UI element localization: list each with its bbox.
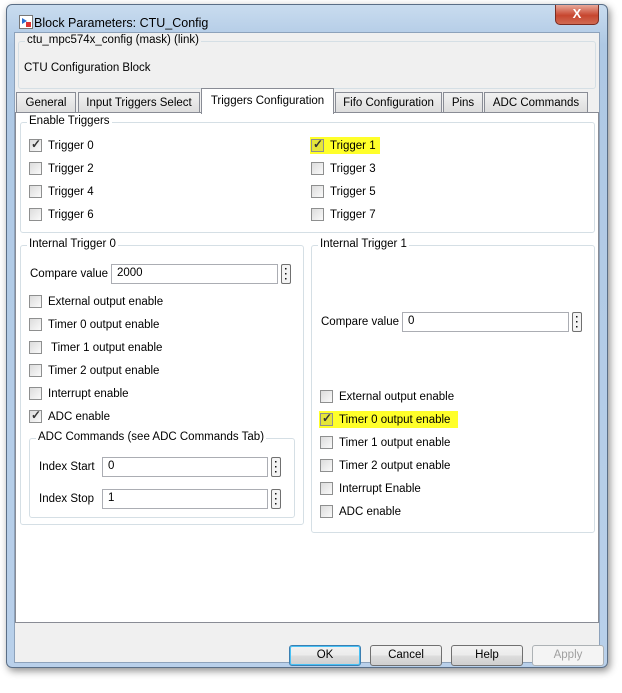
t0-timer1-output-checkbox[interactable]: Timer 1 output enable bbox=[29, 341, 162, 354]
more-options-icon[interactable]: · · · bbox=[271, 457, 281, 478]
simulink-block-icon bbox=[19, 15, 33, 29]
trigger-0-checkbox[interactable]: Trigger 0 bbox=[29, 137, 94, 152]
checkbox-icon bbox=[311, 208, 324, 221]
label: Timer 1 output enable bbox=[339, 436, 451, 449]
label: Timer 2 output enable bbox=[48, 364, 160, 377]
trigger-7-checkbox[interactable]: Trigger 7 bbox=[311, 208, 376, 221]
dialog-window: Block Parameters: CTU_Config X ctu_mpc57… bbox=[6, 4, 608, 668]
enable-triggers-title: Enable Triggers bbox=[27, 115, 112, 127]
checkbox-icon bbox=[320, 459, 333, 472]
enable-triggers-group: Enable Triggers Trigger 0 Trigger 1 Trig… bbox=[20, 115, 595, 233]
trigger-4-checkbox[interactable]: Trigger 4 bbox=[29, 185, 94, 198]
compare-value-label: Compare value bbox=[30, 268, 108, 280]
ok-button[interactable]: OK bbox=[289, 645, 361, 666]
checkbox-icon bbox=[311, 162, 324, 175]
t0-adc-enable-checkbox[interactable]: ADC enable bbox=[29, 408, 111, 423]
mask-header: ctu_mpc574x_config (mask) (link) bbox=[25, 34, 201, 46]
label: Interrupt Enable bbox=[339, 482, 421, 495]
apply-button[interactable]: Apply bbox=[532, 645, 604, 666]
tab-general[interactable]: General bbox=[16, 92, 76, 113]
checkbox-icon bbox=[320, 411, 333, 426]
checkbox-icon bbox=[29, 137, 42, 152]
label: Trigger 7 bbox=[330, 208, 376, 221]
tab-triggers-configuration[interactable]: Triggers Configuration bbox=[201, 88, 334, 114]
label: Timer 2 output enable bbox=[339, 459, 451, 472]
checkbox-icon bbox=[29, 208, 42, 221]
internal-trigger-1-group: Internal Trigger 1 Compare value 0 · · · E… bbox=[311, 238, 595, 533]
compare-value-input-1[interactable]: 0 bbox=[402, 312, 569, 332]
t0-timer0-output-checkbox[interactable]: Timer 0 output enable bbox=[29, 318, 159, 331]
trigger-1-checkbox[interactable]: Trigger 1 bbox=[310, 137, 380, 154]
trigger-2-checkbox[interactable]: Trigger 2 bbox=[29, 162, 94, 175]
checkbox-icon bbox=[311, 185, 324, 198]
trigger-6-checkbox[interactable]: Trigger 6 bbox=[29, 208, 94, 221]
cancel-button[interactable]: Cancel bbox=[370, 645, 442, 666]
label: Trigger 2 bbox=[48, 162, 94, 175]
adc-commands-group: ADC Commands (see ADC Commands Tab) Inde… bbox=[29, 431, 295, 518]
trigger-5-checkbox[interactable]: Trigger 5 bbox=[311, 185, 376, 198]
label: Trigger 4 bbox=[48, 185, 94, 198]
dialog-client: ctu_mpc574x_config (mask) (link) CTU Con… bbox=[14, 32, 604, 666]
internal-trigger-0-title: Internal Trigger 0 bbox=[27, 238, 118, 250]
label: Trigger 3 bbox=[330, 162, 376, 175]
label: Timer 1 output enable bbox=[48, 341, 163, 354]
adc-commands-title: ADC Commands (see ADC Commands Tab) bbox=[36, 431, 267, 443]
checkbox-icon bbox=[29, 364, 42, 377]
tab-adc-commands[interactable]: ADC Commands bbox=[484, 92, 588, 113]
compare-value-input-0[interactable]: 2000 bbox=[111, 264, 278, 284]
internal-trigger-1-title: Internal Trigger 1 bbox=[318, 238, 409, 250]
checkbox-icon bbox=[29, 162, 42, 175]
trigger-3-checkbox[interactable]: Trigger 3 bbox=[311, 162, 376, 175]
index-stop-input[interactable]: 1 bbox=[102, 489, 268, 509]
checkbox-icon bbox=[311, 137, 324, 152]
label: Trigger 6 bbox=[48, 208, 94, 221]
label: External output enable bbox=[339, 390, 455, 403]
close-button[interactable]: X bbox=[555, 5, 599, 25]
label: Trigger 1 bbox=[330, 139, 376, 152]
help-button[interactable]: Help bbox=[451, 645, 523, 666]
index-start-label: Index Start bbox=[39, 461, 95, 473]
t0-interrupt-checkbox[interactable]: Interrupt enable bbox=[29, 387, 129, 400]
internal-trigger-0-group: Internal Trigger 0 Compare value 2000 · ·… bbox=[20, 238, 304, 525]
label: Timer 0 output enable bbox=[48, 318, 160, 331]
checkbox-icon bbox=[29, 408, 42, 423]
t1-timer1-output-checkbox[interactable]: Timer 1 output enable bbox=[320, 436, 450, 449]
mask-group: ctu_mpc574x_config (mask) (link) CTU Con… bbox=[18, 34, 596, 89]
tab-input-triggers-select[interactable]: Input Triggers Select bbox=[78, 92, 200, 113]
more-options-icon[interactable]: · · · bbox=[572, 312, 582, 333]
tab-panel: Enable Triggers Trigger 0 Trigger 1 Trig… bbox=[15, 112, 599, 623]
checkbox-icon bbox=[29, 295, 42, 308]
index-stop-label: Index Stop bbox=[39, 493, 94, 505]
t1-timer2-output-checkbox[interactable]: Timer 2 output enable bbox=[320, 459, 450, 472]
t0-external-output-checkbox[interactable]: External output enable bbox=[29, 295, 163, 308]
checkbox-icon bbox=[320, 390, 333, 403]
t1-interrupt-checkbox[interactable]: Interrupt Enable bbox=[320, 482, 421, 495]
t1-external-output-checkbox[interactable]: External output enable bbox=[320, 390, 454, 403]
checkbox-icon bbox=[29, 318, 42, 331]
label: ADC enable bbox=[48, 410, 111, 423]
tab-pins[interactable]: Pins bbox=[443, 92, 483, 113]
checkbox-icon bbox=[320, 505, 333, 518]
window-title: Block Parameters: CTU_Config bbox=[34, 16, 209, 30]
label: ADC enable bbox=[339, 505, 402, 518]
checkbox-icon bbox=[320, 436, 333, 449]
checkbox-icon bbox=[320, 482, 333, 495]
t0-timer2-output-checkbox[interactable]: Timer 2 output enable bbox=[29, 364, 159, 377]
label: Interrupt enable bbox=[48, 387, 129, 400]
compare-value-label: Compare value bbox=[321, 316, 399, 328]
checkbox-icon bbox=[29, 387, 42, 400]
checkbox-icon bbox=[29, 341, 42, 354]
tab-fifo-configuration[interactable]: Fifo Configuration bbox=[335, 92, 442, 113]
checkbox-icon bbox=[29, 185, 42, 198]
t1-timer0-output-checkbox[interactable]: Timer 0 output enable bbox=[319, 411, 459, 428]
more-options-icon[interactable]: · · · bbox=[281, 264, 291, 285]
label: Trigger 5 bbox=[330, 185, 376, 198]
label: Trigger 0 bbox=[48, 139, 94, 152]
label: External output enable bbox=[48, 295, 164, 308]
mask-description: CTU Configuration Block bbox=[24, 62, 151, 74]
index-start-input[interactable]: 0 bbox=[102, 457, 268, 477]
t1-adc-enable-checkbox[interactable]: ADC enable bbox=[320, 505, 401, 518]
more-options-icon[interactable]: · · · bbox=[271, 489, 281, 510]
label: Timer 0 output enable bbox=[339, 413, 451, 426]
